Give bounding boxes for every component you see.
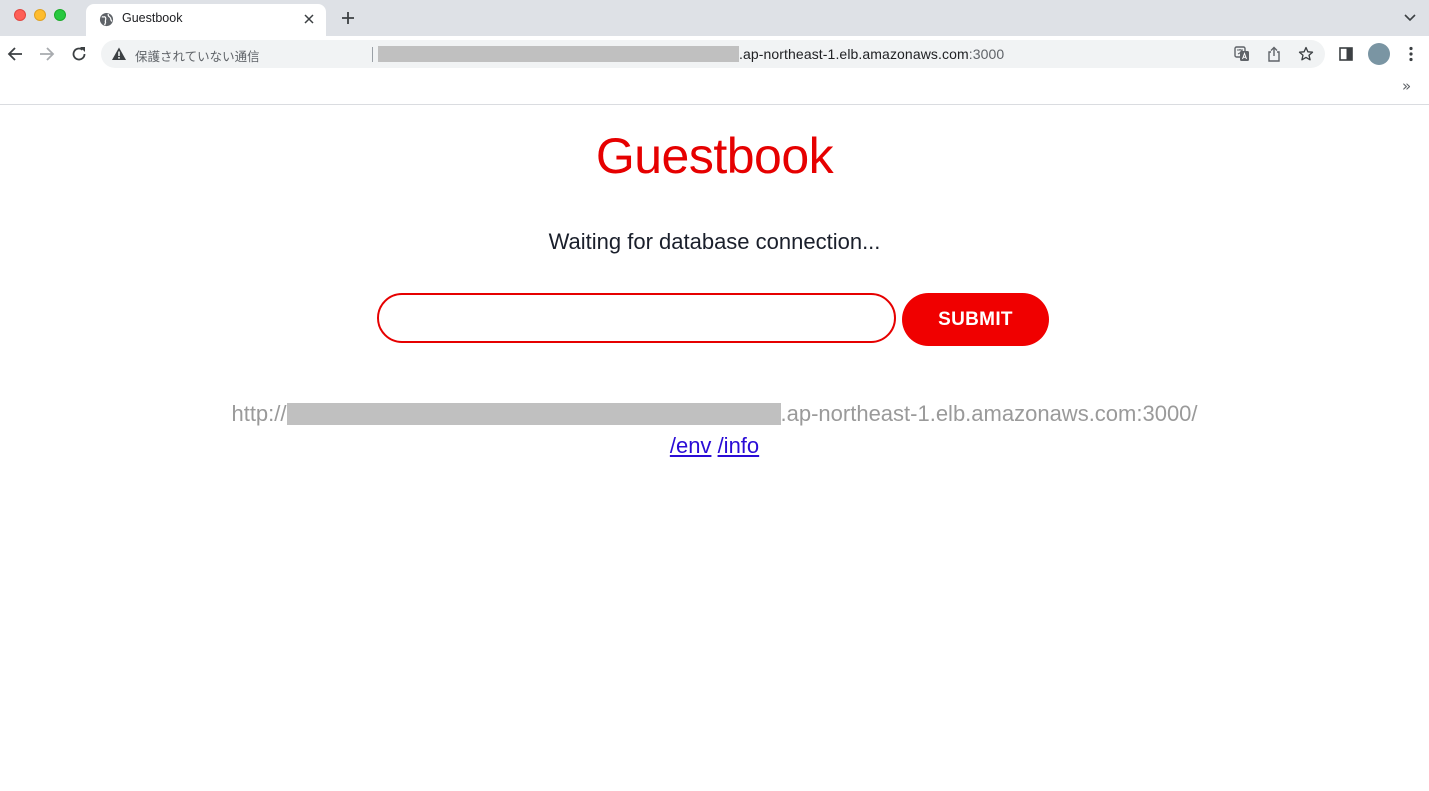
submit-button[interactable]: SUBMIT [902, 293, 1049, 346]
side-panel-icon [1339, 47, 1353, 61]
share-icon [1268, 46, 1280, 62]
bookmarks-bar: » [0, 72, 1429, 105]
translate-button[interactable] [1232, 44, 1252, 64]
tab-strip: Guestbook [0, 0, 1429, 36]
nav-links: /env /info [0, 433, 1429, 459]
star-icon [1298, 46, 1314, 61]
arrow-right-icon [40, 47, 55, 61]
status-message: Waiting for database connection... [548, 229, 881, 254]
security-divider [372, 47, 373, 62]
back-button[interactable] [3, 42, 27, 66]
guestbook-entry-input[interactable] [377, 293, 896, 343]
host-prefix: http:// [231, 401, 287, 426]
url-port: :3000 [968, 46, 1005, 62]
menu-button[interactable] [1399, 42, 1423, 66]
env-link[interactable]: /env [670, 433, 712, 458]
bookmarks-overflow-button[interactable]: » [1402, 77, 1411, 95]
host-suffix: .ap-northeast-1.elb.amazonaws.com:3000/ [780, 401, 1198, 426]
url-host-suffix: .ap-northeast-1.elb.amazonaws.com [739, 46, 969, 62]
security-label[interactable]: 保護されていない通信 [135, 46, 260, 65]
close-icon [304, 14, 314, 24]
host-address: http:// .ap-northeast-1.elb.amazonaws.com… [0, 401, 1429, 427]
share-button[interactable] [1264, 44, 1284, 64]
guestbook-page: Guestbook Waiting for database connectio… [0, 105, 1429, 791]
tab-title: Guestbook [122, 11, 183, 25]
translate-icon [1234, 46, 1249, 61]
redacted-host [286, 403, 781, 425]
bookmark-star-button[interactable] [1296, 44, 1316, 64]
new-tab-button[interactable] [338, 8, 358, 28]
reload-icon [72, 47, 86, 61]
close-tab-button[interactable] [300, 10, 318, 28]
fullscreen-window-button[interactable] [54, 9, 66, 21]
warning-icon[interactable] [111, 46, 127, 62]
minimize-window-button[interactable] [34, 9, 46, 21]
redacted-host [378, 46, 739, 62]
more-vertical-icon [1409, 46, 1413, 62]
close-window-button[interactable] [14, 9, 26, 21]
arrow-left-icon [7, 47, 22, 61]
active-tab[interactable]: Guestbook [86, 4, 326, 36]
chevron-down-icon [1404, 14, 1416, 22]
plus-icon [342, 12, 354, 24]
info-link[interactable]: /info [718, 433, 760, 458]
tab-search-button[interactable] [1400, 9, 1420, 27]
url-text[interactable]: .ap-northeast-1.elb.amazonaws.com:3000 [739, 46, 1004, 62]
browser-toolbar: 保護されていない通信 .ap-northeast-1.elb.amazonaws… [0, 36, 1429, 72]
address-bar[interactable]: 保護されていない通信 .ap-northeast-1.elb.amazonaws… [101, 40, 1325, 68]
reload-button[interactable] [67, 42, 91, 66]
globe-icon [99, 12, 114, 27]
side-panel-button[interactable] [1334, 42, 1358, 66]
page-title: Guestbook [595, 128, 834, 184]
forward-button[interactable] [35, 42, 59, 66]
profile-avatar[interactable] [1368, 43, 1390, 65]
